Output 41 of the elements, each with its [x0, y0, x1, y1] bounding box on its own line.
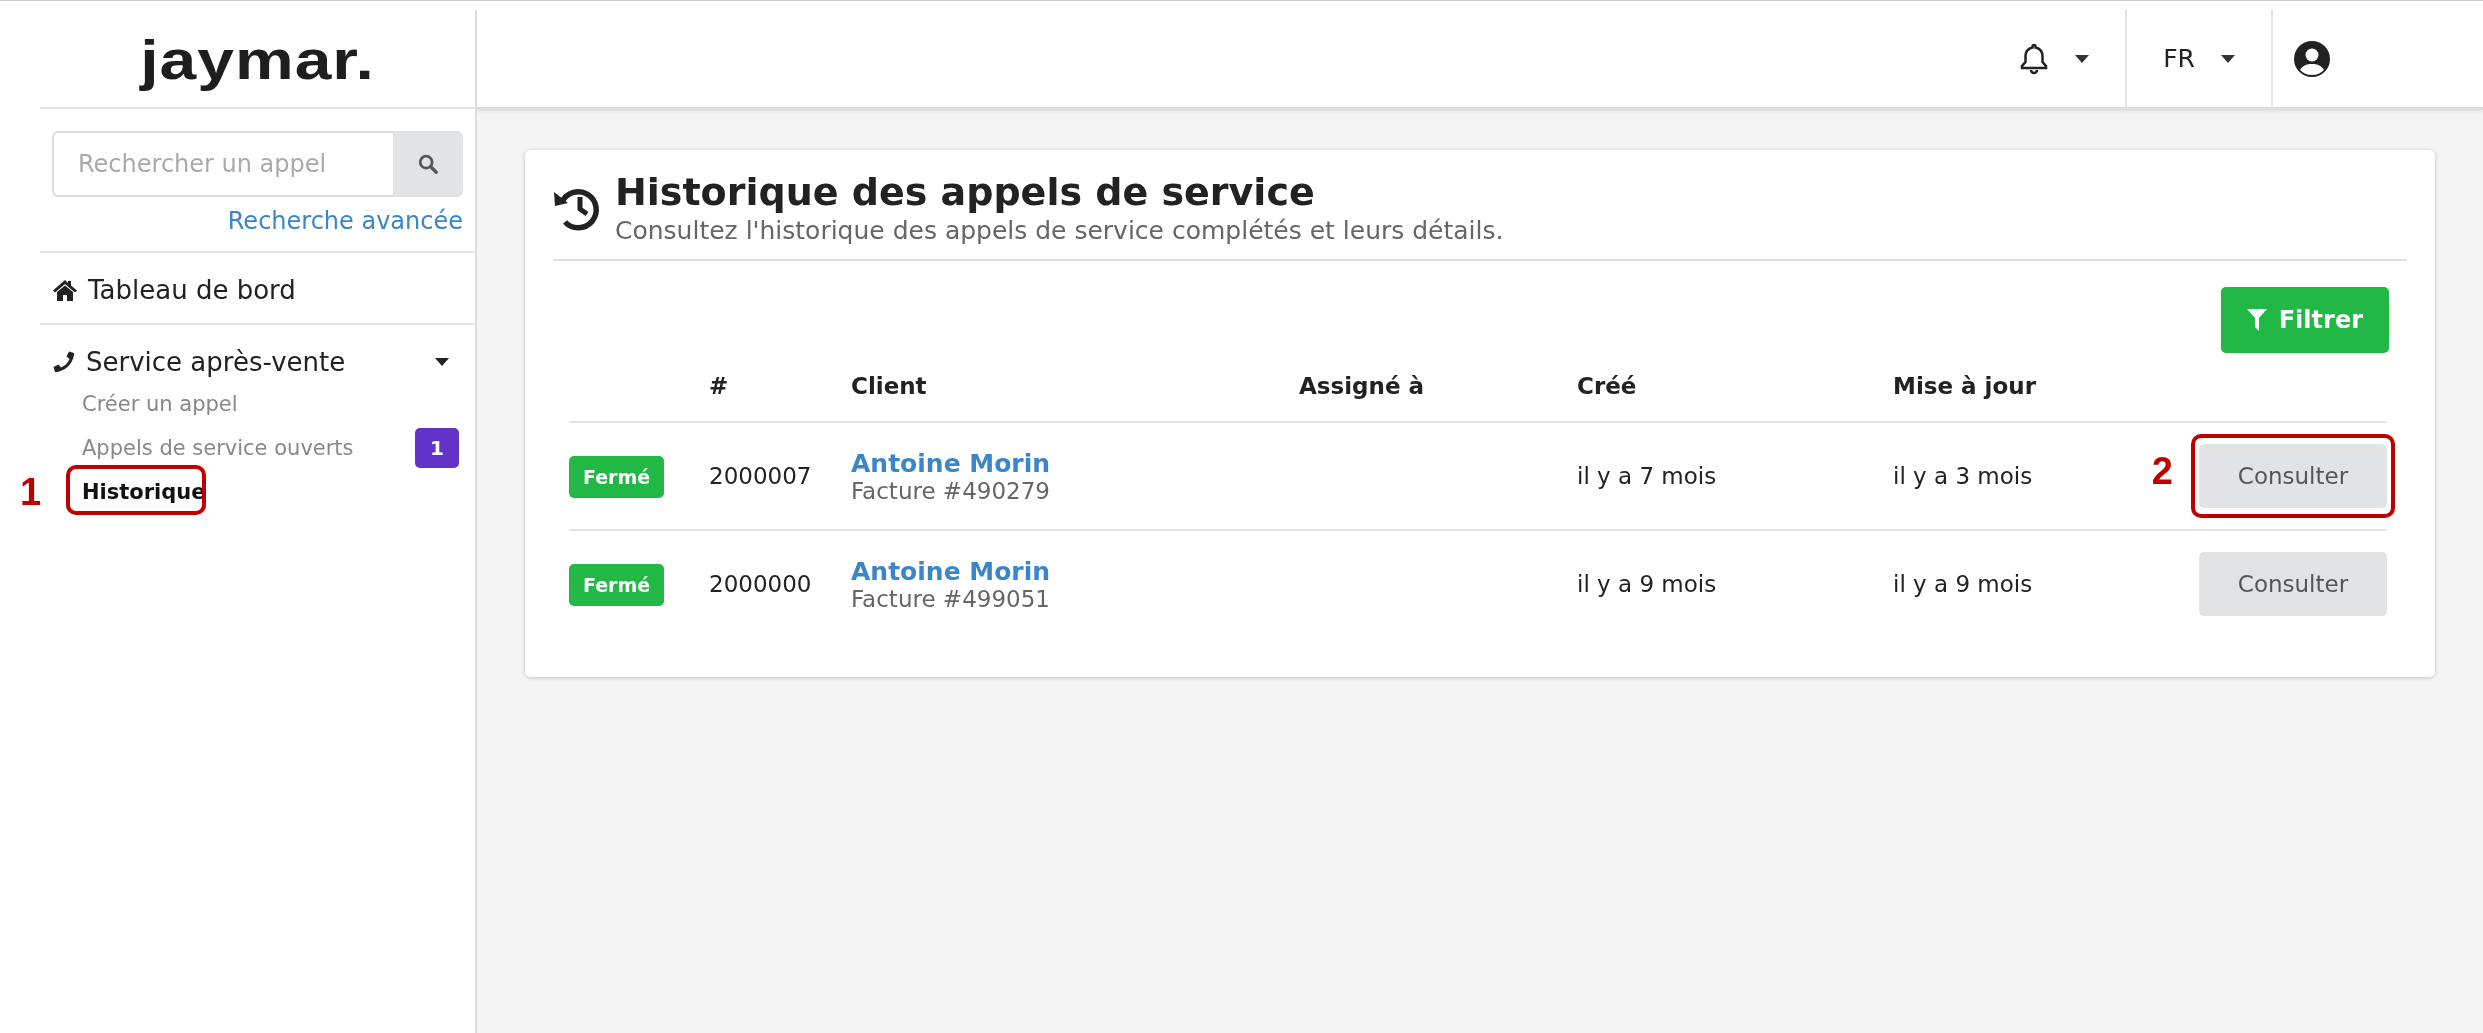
- search-button[interactable]: [393, 131, 463, 197]
- table-cell: il y a 7 mois: [1577, 463, 1717, 489]
- client-link[interactable]: Antoine Morin: [851, 556, 1299, 586]
- nav-subitem[interactable]: Historique: [82, 480, 206, 504]
- column-header: Assigné à: [1299, 373, 1425, 399]
- home-icon: [52, 278, 78, 302]
- annotation-number: 2: [2151, 450, 2173, 493]
- filter-icon: [2246, 309, 2267, 331]
- column-header: Client: [851, 373, 927, 399]
- page-subtitle: Consultez l'historique des appels de service complétés et leurs détails.: [615, 216, 1504, 245]
- invoice-number: Facture #499051: [851, 585, 1051, 612]
- caret-icon: [2221, 54, 2235, 63]
- table-cell: 2000007: [709, 463, 812, 489]
- nav-item[interactable]: Tableau de bord: [52, 275, 463, 305]
- invoice-number: Facture #490279: [851, 477, 1051, 504]
- nav-subitem[interactable]: Appels de service ouverts: [82, 436, 354, 460]
- client-link[interactable]: Antoine Morin: [851, 448, 1299, 478]
- nav-subitem[interactable]: Créer un appel: [82, 392, 238, 416]
- annotation-number: 1: [20, 471, 42, 514]
- nav-item[interactable]: Service après-vente: [52, 347, 463, 377]
- caret-icon: [2075, 54, 2090, 63]
- bell-icon: [2019, 41, 2050, 76]
- table-cell: il y a 9 mois: [1577, 571, 1717, 597]
- page-title: Historique des appels de service: [615, 170, 1316, 214]
- phone-icon: [52, 350, 76, 374]
- consult-button[interactable]: Consulter: [2199, 552, 2387, 616]
- status-badge: Fermé: [569, 564, 665, 606]
- column-header: #: [709, 373, 729, 399]
- count-badge: 1: [415, 428, 459, 468]
- column-header: Mise à jour: [1893, 373, 2036, 399]
- search-field[interactable]: Rechercher un appel: [52, 131, 393, 197]
- table-cell: il y a 3 mois: [1893, 463, 2033, 489]
- consult-button[interactable]: Consulter: [2199, 444, 2387, 508]
- table-cell: il y a 9 mois: [1893, 571, 2033, 597]
- search-icon: [417, 153, 439, 175]
- table-cell: 2000000: [709, 571, 812, 597]
- status-badge: Fermé: [569, 456, 665, 498]
- user-avatar-icon[interactable]: [2293, 39, 2331, 78]
- column-header: Créé: [1577, 373, 1637, 399]
- language-button[interactable]: FR: [2157, 43, 2241, 74]
- advanced-search-link[interactable]: Recherche avancée: [227, 207, 463, 235]
